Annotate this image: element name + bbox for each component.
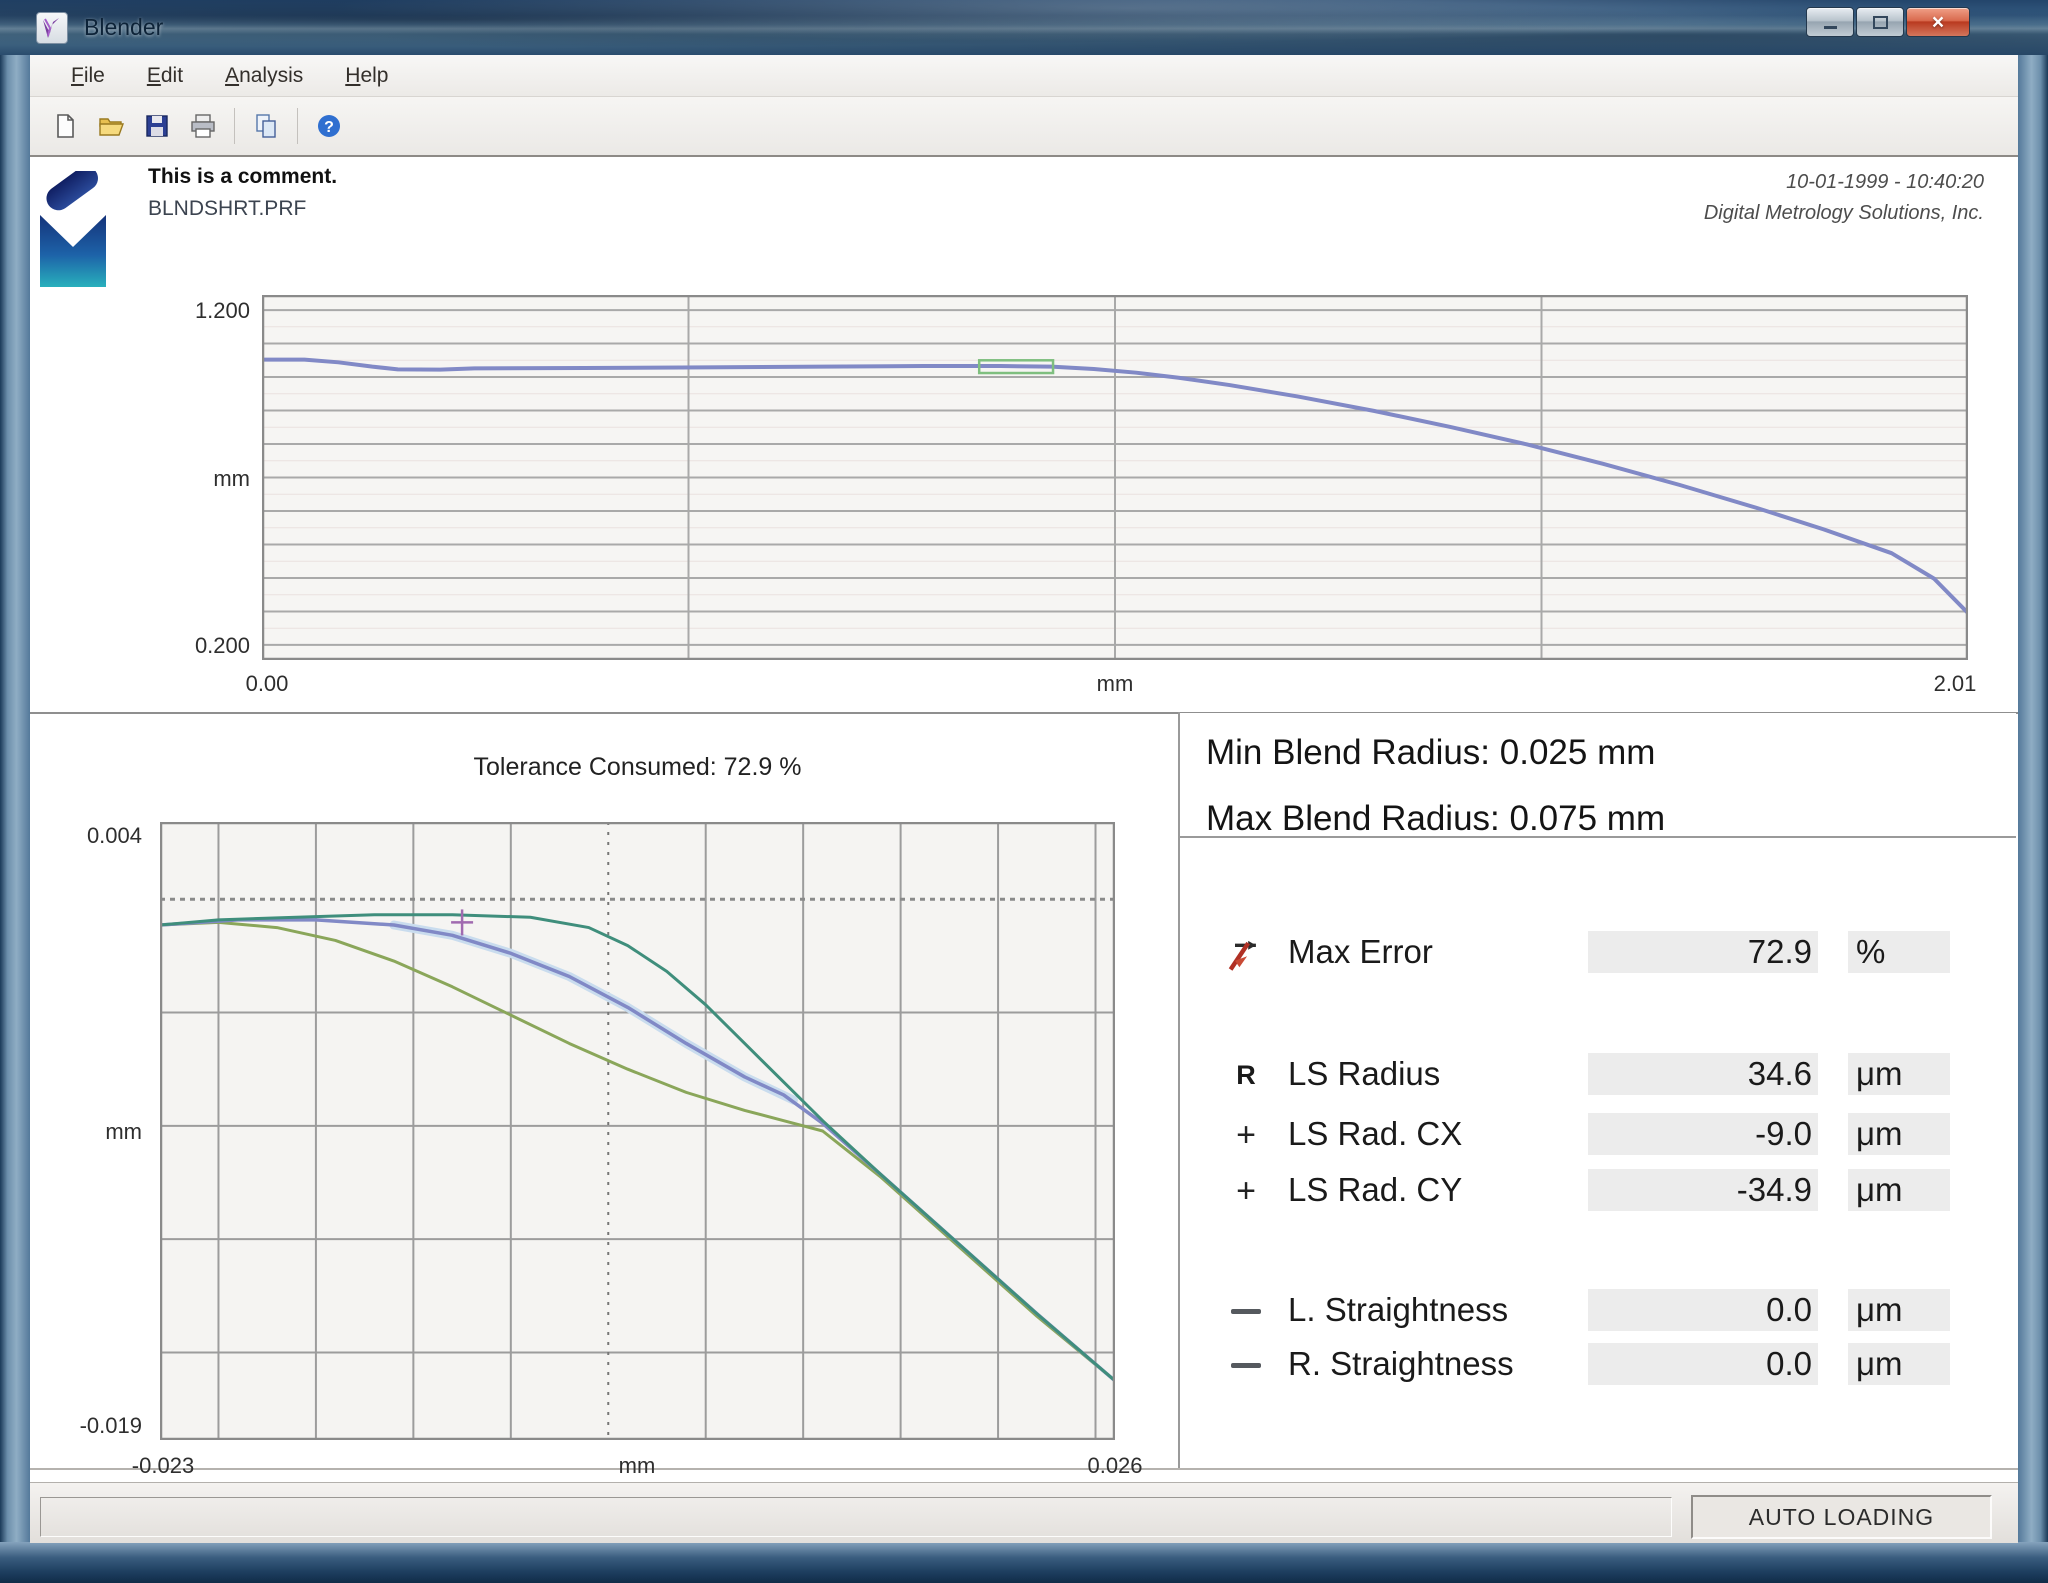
result-label: LS Rad. CX [1288,1115,1462,1153]
tolerance-xlabel: mm [597,1453,677,1479]
new-file-button[interactable] [42,103,88,149]
content-bottom-divider [30,1468,2018,1470]
auto-loading-indicator: AUTO LOADING [1691,1495,1992,1539]
result-row-ls-radius: R LS Radius 34.6 μm [1180,1049,2016,1101]
copy-button[interactable] [243,103,289,149]
dash-icon [1220,1339,1272,1391]
help-icon: ? [314,111,344,141]
help-button[interactable]: ? [306,103,352,149]
profile-xtick-left: 0.00 [222,671,312,697]
tolerance-xtick-left: -0.023 [108,1453,218,1479]
menu-edit[interactable]: Edit [126,58,204,94]
menubar: FileEditAnalysisHelp [30,55,2018,97]
profile-xlabel: mm [1070,671,1160,697]
profile-ytick-bottom: 0.200 [150,633,250,659]
result-label: L. Straightness [1288,1291,1508,1329]
radius-r-icon: R [1220,1049,1272,1101]
menu-file[interactable]: File [50,58,126,94]
window-frame-bottom [0,1542,2048,1583]
save-button[interactable] [134,103,180,149]
result-unit: μm [1848,1169,1950,1211]
close-icon: × [1932,12,1944,33]
status-message-field [40,1497,1672,1537]
new-file-icon [50,111,80,141]
result-label: LS Rad. CY [1288,1171,1462,1209]
result-row-ls-rad-cy: + LS Rad. CY -34.9 μm [1180,1165,2016,1217]
report-datetime: 10-01-1999 - 10:40:20 [1704,167,1984,198]
tolerance-ylabel: mm [38,1119,142,1145]
result-label: Max Error [1288,933,1433,971]
plus-icon: + [1220,1165,1272,1217]
profile-comment: This is a comment. [148,165,337,189]
result-unit: μm [1848,1113,1950,1155]
toolbar-separator [234,108,235,144]
maximize-icon [1873,16,1888,29]
profile-ytick-top: 1.200 [150,298,250,324]
window-title: Blender [84,14,163,41]
print-icon [188,111,218,141]
results-table: Max Error 72.9% R LS Radius 34.6 μm + LS Rad. C… [1180,713,2016,1468]
result-value: -34.9 [1588,1169,1818,1211]
result-unit: μm [1848,1053,1950,1095]
tolerance-ytick-bottom: -0.019 [38,1413,142,1439]
report-meta: 10-01-1999 - 10:40:20 Digital Metrology … [1704,167,1984,229]
statusbar: AUTO LOADING [30,1482,2018,1543]
menu-help[interactable]: Help [324,58,409,94]
profile-filename: BLNDSHRT.PRF [148,197,306,221]
save-icon [142,111,172,141]
application-window: Blender × FileEditAnalysisHelp [0,0,2048,1583]
result-row-r-straightness: R. Straightness 0.0 μm [1180,1339,2016,1391]
result-unit: μm [1848,1343,1950,1385]
tolerance-ytick-top: 0.004 [38,823,142,849]
profile-xtick-right: 2.01 [1910,671,2000,697]
plus-icon: + [1220,1109,1272,1161]
result-unit: % [1848,931,1950,973]
profile-ylabel: mm [150,466,250,492]
result-row-max-error: Max Error 72.9% [1180,927,2016,979]
result-value: 34.6 [1588,1053,1818,1095]
window-controls: × [1804,7,1970,35]
app-icon [36,12,68,44]
result-unit: μm [1848,1289,1950,1331]
report-area: This is a comment. BLNDSHRT.PRF 10-01-19… [30,157,2018,1482]
result-value: -9.0 [1588,1113,1818,1155]
profile-chart-plot[interactable] [262,295,1968,660]
open-folder-icon [96,111,126,141]
titlebar[interactable]: Blender × [0,0,2048,56]
maximize-button[interactable] [1856,7,1904,37]
menu-analysis[interactable]: Analysis [204,58,324,94]
copy-icon [251,111,281,141]
result-value: 0.0 [1588,1289,1818,1331]
toolbar-separator [297,108,298,144]
open-file-button[interactable] [88,103,134,149]
tolerance-xtick-right: 0.026 [1060,1453,1170,1479]
digital-metrology-logo-icon [38,171,110,294]
result-value: 0.0 [1588,1343,1818,1385]
window-frame-right [2018,55,2048,1542]
tolerance-chart-title: Tolerance Consumed: 72.9 % [160,753,1115,782]
minimize-icon [1824,26,1837,29]
close-button[interactable]: × [1906,7,1970,37]
tolerance-chart-plot[interactable] [160,822,1115,1440]
result-row-ls-rad-cx: + LS Rad. CX -9.0 μm [1180,1109,2016,1161]
max-error-icon [1220,927,1272,979]
result-value: 72.9 [1588,931,1818,973]
svg-text:?: ? [324,119,334,136]
dash-icon [1220,1285,1272,1337]
client-area: FileEditAnalysisHelp [30,55,2018,1542]
print-button[interactable] [180,103,226,149]
minimize-button[interactable] [1806,7,1854,37]
result-label: LS Radius [1288,1055,1440,1093]
company-name: Digital Metrology Solutions, Inc. [1704,198,1984,229]
result-label: R. Straightness [1288,1345,1514,1383]
toolbar: ? [30,97,2018,157]
result-row-l-straightness: L. Straightness 0.0 μm [1180,1285,2016,1337]
window-frame-left [0,55,30,1542]
